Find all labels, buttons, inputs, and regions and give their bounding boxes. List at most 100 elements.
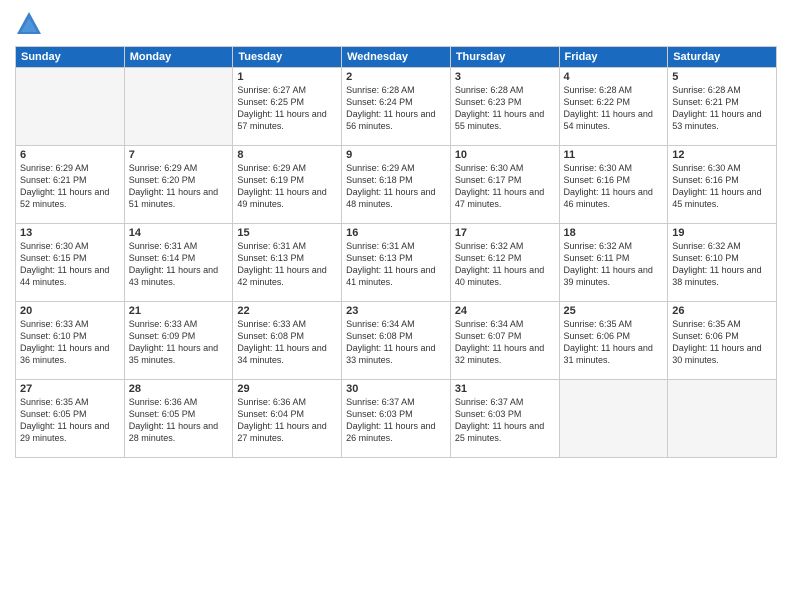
cell-info: Sunrise: 6:31 AM Sunset: 6:13 PM Dayligh…	[237, 240, 337, 289]
day-number: 12	[672, 149, 772, 161]
calendar-cell: 5Sunrise: 6:28 AM Sunset: 6:21 PM Daylig…	[668, 68, 777, 146]
cell-info: Sunrise: 6:33 AM Sunset: 6:10 PM Dayligh…	[20, 318, 120, 367]
calendar-cell: 9Sunrise: 6:29 AM Sunset: 6:18 PM Daylig…	[342, 146, 451, 224]
day-header: Tuesday	[233, 47, 342, 68]
day-number: 22	[237, 305, 337, 317]
calendar-cell: 27Sunrise: 6:35 AM Sunset: 6:05 PM Dayli…	[16, 380, 125, 458]
cell-info: Sunrise: 6:33 AM Sunset: 6:09 PM Dayligh…	[129, 318, 229, 367]
cell-info: Sunrise: 6:27 AM Sunset: 6:25 PM Dayligh…	[237, 84, 337, 133]
day-number: 2	[346, 71, 446, 83]
day-number: 16	[346, 227, 446, 239]
calendar-cell: 15Sunrise: 6:31 AM Sunset: 6:13 PM Dayli…	[233, 224, 342, 302]
calendar-cell: 1Sunrise: 6:27 AM Sunset: 6:25 PM Daylig…	[233, 68, 342, 146]
calendar-week-row: 13Sunrise: 6:30 AM Sunset: 6:15 PM Dayli…	[16, 224, 777, 302]
cell-info: Sunrise: 6:34 AM Sunset: 6:07 PM Dayligh…	[455, 318, 555, 367]
calendar-cell: 30Sunrise: 6:37 AM Sunset: 6:03 PM Dayli…	[342, 380, 451, 458]
day-number: 25	[564, 305, 664, 317]
cell-info: Sunrise: 6:30 AM Sunset: 6:16 PM Dayligh…	[672, 162, 772, 211]
calendar-cell: 14Sunrise: 6:31 AM Sunset: 6:14 PM Dayli…	[124, 224, 233, 302]
cell-info: Sunrise: 6:29 AM Sunset: 6:20 PM Dayligh…	[129, 162, 229, 211]
day-number: 6	[20, 149, 120, 161]
calendar-cell: 31Sunrise: 6:37 AM Sunset: 6:03 PM Dayli…	[450, 380, 559, 458]
calendar-cell: 18Sunrise: 6:32 AM Sunset: 6:11 PM Dayli…	[559, 224, 668, 302]
calendar-cell: 8Sunrise: 6:29 AM Sunset: 6:19 PM Daylig…	[233, 146, 342, 224]
cell-info: Sunrise: 6:30 AM Sunset: 6:16 PM Dayligh…	[564, 162, 664, 211]
day-header: Sunday	[16, 47, 125, 68]
cell-info: Sunrise: 6:28 AM Sunset: 6:24 PM Dayligh…	[346, 84, 446, 133]
day-header: Friday	[559, 47, 668, 68]
cell-info: Sunrise: 6:35 AM Sunset: 6:05 PM Dayligh…	[20, 396, 120, 445]
cell-info: Sunrise: 6:29 AM Sunset: 6:18 PM Dayligh…	[346, 162, 446, 211]
cell-info: Sunrise: 6:31 AM Sunset: 6:13 PM Dayligh…	[346, 240, 446, 289]
day-number: 19	[672, 227, 772, 239]
day-header: Monday	[124, 47, 233, 68]
day-number: 20	[20, 305, 120, 317]
cell-info: Sunrise: 6:34 AM Sunset: 6:08 PM Dayligh…	[346, 318, 446, 367]
day-number: 9	[346, 149, 446, 161]
calendar-week-row: 1Sunrise: 6:27 AM Sunset: 6:25 PM Daylig…	[16, 68, 777, 146]
calendar-cell: 29Sunrise: 6:36 AM Sunset: 6:04 PM Dayli…	[233, 380, 342, 458]
day-number: 29	[237, 383, 337, 395]
calendar-cell: 2Sunrise: 6:28 AM Sunset: 6:24 PM Daylig…	[342, 68, 451, 146]
day-number: 24	[455, 305, 555, 317]
cell-info: Sunrise: 6:35 AM Sunset: 6:06 PM Dayligh…	[564, 318, 664, 367]
calendar-week-row: 6Sunrise: 6:29 AM Sunset: 6:21 PM Daylig…	[16, 146, 777, 224]
cell-info: Sunrise: 6:37 AM Sunset: 6:03 PM Dayligh…	[455, 396, 555, 445]
calendar-cell: 25Sunrise: 6:35 AM Sunset: 6:06 PM Dayli…	[559, 302, 668, 380]
day-number: 5	[672, 71, 772, 83]
day-number: 13	[20, 227, 120, 239]
calendar-cell: 6Sunrise: 6:29 AM Sunset: 6:21 PM Daylig…	[16, 146, 125, 224]
calendar-body: 1Sunrise: 6:27 AM Sunset: 6:25 PM Daylig…	[16, 68, 777, 458]
calendar-cell: 12Sunrise: 6:30 AM Sunset: 6:16 PM Dayli…	[668, 146, 777, 224]
cell-info: Sunrise: 6:32 AM Sunset: 6:10 PM Dayligh…	[672, 240, 772, 289]
cell-info: Sunrise: 6:32 AM Sunset: 6:11 PM Dayligh…	[564, 240, 664, 289]
day-number: 15	[237, 227, 337, 239]
day-number: 3	[455, 71, 555, 83]
day-header: Wednesday	[342, 47, 451, 68]
cell-info: Sunrise: 6:36 AM Sunset: 6:05 PM Dayligh…	[129, 396, 229, 445]
logo	[15, 10, 47, 38]
cell-info: Sunrise: 6:28 AM Sunset: 6:21 PM Dayligh…	[672, 84, 772, 133]
calendar-cell: 7Sunrise: 6:29 AM Sunset: 6:20 PM Daylig…	[124, 146, 233, 224]
day-number: 4	[564, 71, 664, 83]
calendar-cell: 24Sunrise: 6:34 AM Sunset: 6:07 PM Dayli…	[450, 302, 559, 380]
day-number: 8	[237, 149, 337, 161]
cell-info: Sunrise: 6:28 AM Sunset: 6:22 PM Dayligh…	[564, 84, 664, 133]
day-number: 17	[455, 227, 555, 239]
calendar-cell: 26Sunrise: 6:35 AM Sunset: 6:06 PM Dayli…	[668, 302, 777, 380]
calendar-cell: 10Sunrise: 6:30 AM Sunset: 6:17 PM Dayli…	[450, 146, 559, 224]
cell-info: Sunrise: 6:29 AM Sunset: 6:19 PM Dayligh…	[237, 162, 337, 211]
day-number: 23	[346, 305, 446, 317]
calendar-cell: 22Sunrise: 6:33 AM Sunset: 6:08 PM Dayli…	[233, 302, 342, 380]
day-header: Saturday	[668, 47, 777, 68]
day-number: 1	[237, 71, 337, 83]
day-number: 21	[129, 305, 229, 317]
cell-info: Sunrise: 6:36 AM Sunset: 6:04 PM Dayligh…	[237, 396, 337, 445]
day-number: 28	[129, 383, 229, 395]
cell-info: Sunrise: 6:31 AM Sunset: 6:14 PM Dayligh…	[129, 240, 229, 289]
day-number: 14	[129, 227, 229, 239]
page: SundayMondayTuesdayWednesdayThursdayFrid…	[0, 0, 792, 612]
day-header: Thursday	[450, 47, 559, 68]
calendar-cell: 11Sunrise: 6:30 AM Sunset: 6:16 PM Dayli…	[559, 146, 668, 224]
day-number: 7	[129, 149, 229, 161]
calendar-cell: 13Sunrise: 6:30 AM Sunset: 6:15 PM Dayli…	[16, 224, 125, 302]
calendar-cell	[559, 380, 668, 458]
day-number: 10	[455, 149, 555, 161]
calendar-cell: 28Sunrise: 6:36 AM Sunset: 6:05 PM Dayli…	[124, 380, 233, 458]
day-number: 26	[672, 305, 772, 317]
calendar-week-row: 27Sunrise: 6:35 AM Sunset: 6:05 PM Dayli…	[16, 380, 777, 458]
logo-icon	[15, 10, 43, 38]
cell-info: Sunrise: 6:29 AM Sunset: 6:21 PM Dayligh…	[20, 162, 120, 211]
calendar-cell	[124, 68, 233, 146]
day-number: 11	[564, 149, 664, 161]
cell-info: Sunrise: 6:37 AM Sunset: 6:03 PM Dayligh…	[346, 396, 446, 445]
calendar-cell	[16, 68, 125, 146]
calendar-cell: 21Sunrise: 6:33 AM Sunset: 6:09 PM Dayli…	[124, 302, 233, 380]
header	[15, 10, 777, 38]
calendar: SundayMondayTuesdayWednesdayThursdayFrid…	[15, 46, 777, 458]
day-number: 18	[564, 227, 664, 239]
cell-info: Sunrise: 6:35 AM Sunset: 6:06 PM Dayligh…	[672, 318, 772, 367]
calendar-cell: 3Sunrise: 6:28 AM Sunset: 6:23 PM Daylig…	[450, 68, 559, 146]
day-number: 27	[20, 383, 120, 395]
